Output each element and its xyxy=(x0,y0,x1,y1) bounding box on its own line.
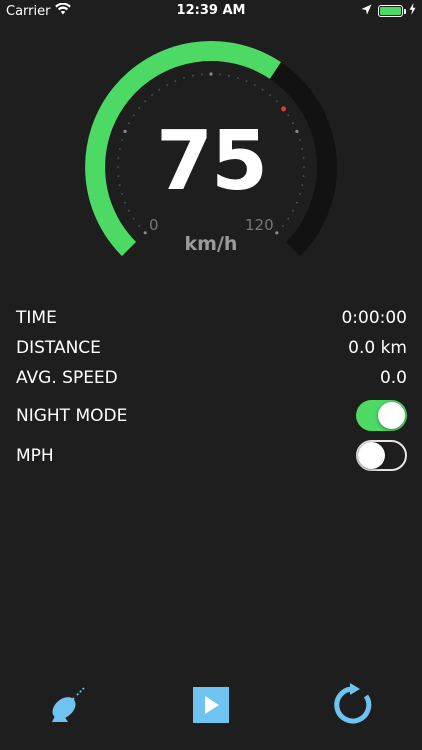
gauge-minor-tick xyxy=(292,209,294,212)
time-label: TIME xyxy=(16,308,57,328)
gauge-minor-tick xyxy=(287,217,290,220)
gauge-major-tick xyxy=(209,72,213,76)
gauge-max-label: 120 xyxy=(245,216,274,234)
bottom-toolbar xyxy=(0,680,422,730)
gauge-minor-tick xyxy=(158,88,161,91)
play-icon xyxy=(186,687,236,734)
avg-speed-label: AVG. SPEED xyxy=(16,368,118,388)
distance-label: DISTANCE xyxy=(16,338,101,358)
stat-row-distance: DISTANCE 0.0 km xyxy=(16,336,407,366)
gauge-minor-tick xyxy=(138,107,140,109)
gauge-minor-tick xyxy=(201,73,203,76)
battery-level-fill xyxy=(380,7,401,15)
battery-tip xyxy=(404,9,406,14)
mph-label: MPH xyxy=(16,446,54,466)
gauge-minor-tick xyxy=(128,209,130,212)
gauge-minor-tick xyxy=(192,74,194,77)
reset-icon xyxy=(328,683,378,734)
stat-row-time: TIME 0:00:00 xyxy=(16,306,407,336)
status-right xyxy=(361,3,416,19)
speed-marker-dot xyxy=(281,106,287,112)
gauge-minor-tick xyxy=(151,94,153,96)
gauge-minor-tick xyxy=(261,88,264,91)
distance-value: 0.0 km xyxy=(348,338,407,358)
trip-stats: TIME 0:00:00 DISTANCE 0.0 km AVG. SPEED … xyxy=(16,306,407,476)
night-mode-label: NIGHT MODE xyxy=(16,406,128,426)
gauge-minor-tick xyxy=(245,80,248,82)
gauge-minor-tick xyxy=(144,100,147,103)
reset-button[interactable] xyxy=(328,680,378,730)
avg-speed-value: 0.0 xyxy=(379,368,407,388)
battery-icon xyxy=(378,5,406,17)
gauge-minor-tick xyxy=(132,114,135,117)
gauge-minor-tick xyxy=(219,73,222,76)
night-mode-toggle[interactable] xyxy=(356,400,407,431)
status-time: 12:39 AM xyxy=(176,3,246,18)
charging-bolt-icon xyxy=(409,3,416,19)
gps-button[interactable] xyxy=(44,680,94,730)
gauge-minor-tick xyxy=(174,80,177,82)
gauge-minor-tick xyxy=(282,225,284,227)
time-value: 0:00:00 xyxy=(341,308,407,328)
gauge-minor-tick xyxy=(228,74,231,77)
gauge-minor-tick xyxy=(287,114,290,117)
speed-gauge: 75 0 120 km/h xyxy=(79,35,343,299)
speedometer-screen: Carrier 12:39 AM 75 0 120 km/h TIME 0:00… xyxy=(0,0,422,750)
speed-readout: 75 xyxy=(155,114,268,209)
gauge-minor-tick xyxy=(183,77,185,79)
toggle-knob xyxy=(378,402,405,429)
toggle-row-night-mode: NIGHT MODE xyxy=(16,396,407,436)
gauge-minor-tick xyxy=(253,84,256,86)
speed-unit-label: km/h xyxy=(184,233,238,255)
gauge-minor-tick xyxy=(275,100,278,103)
satellite-dish-icon xyxy=(44,687,94,734)
gauge-minor-tick xyxy=(166,84,169,86)
toggle-row-mph: MPH xyxy=(16,436,407,476)
gauge-minor-tick xyxy=(132,217,135,220)
gauge-minor-tick xyxy=(138,225,140,227)
gauge-minor-tick xyxy=(237,77,239,79)
mph-toggle[interactable] xyxy=(356,440,407,471)
location-arrow-icon xyxy=(361,4,372,19)
gauge-minor-tick xyxy=(269,94,271,96)
play-button[interactable] xyxy=(186,680,236,730)
status-bar: Carrier 12:39 AM xyxy=(0,0,422,22)
gauge-min-label: 0 xyxy=(149,216,159,234)
stat-row-avg-speed: AVG. SPEED 0.0 xyxy=(16,366,407,396)
toggle-knob xyxy=(358,442,385,469)
